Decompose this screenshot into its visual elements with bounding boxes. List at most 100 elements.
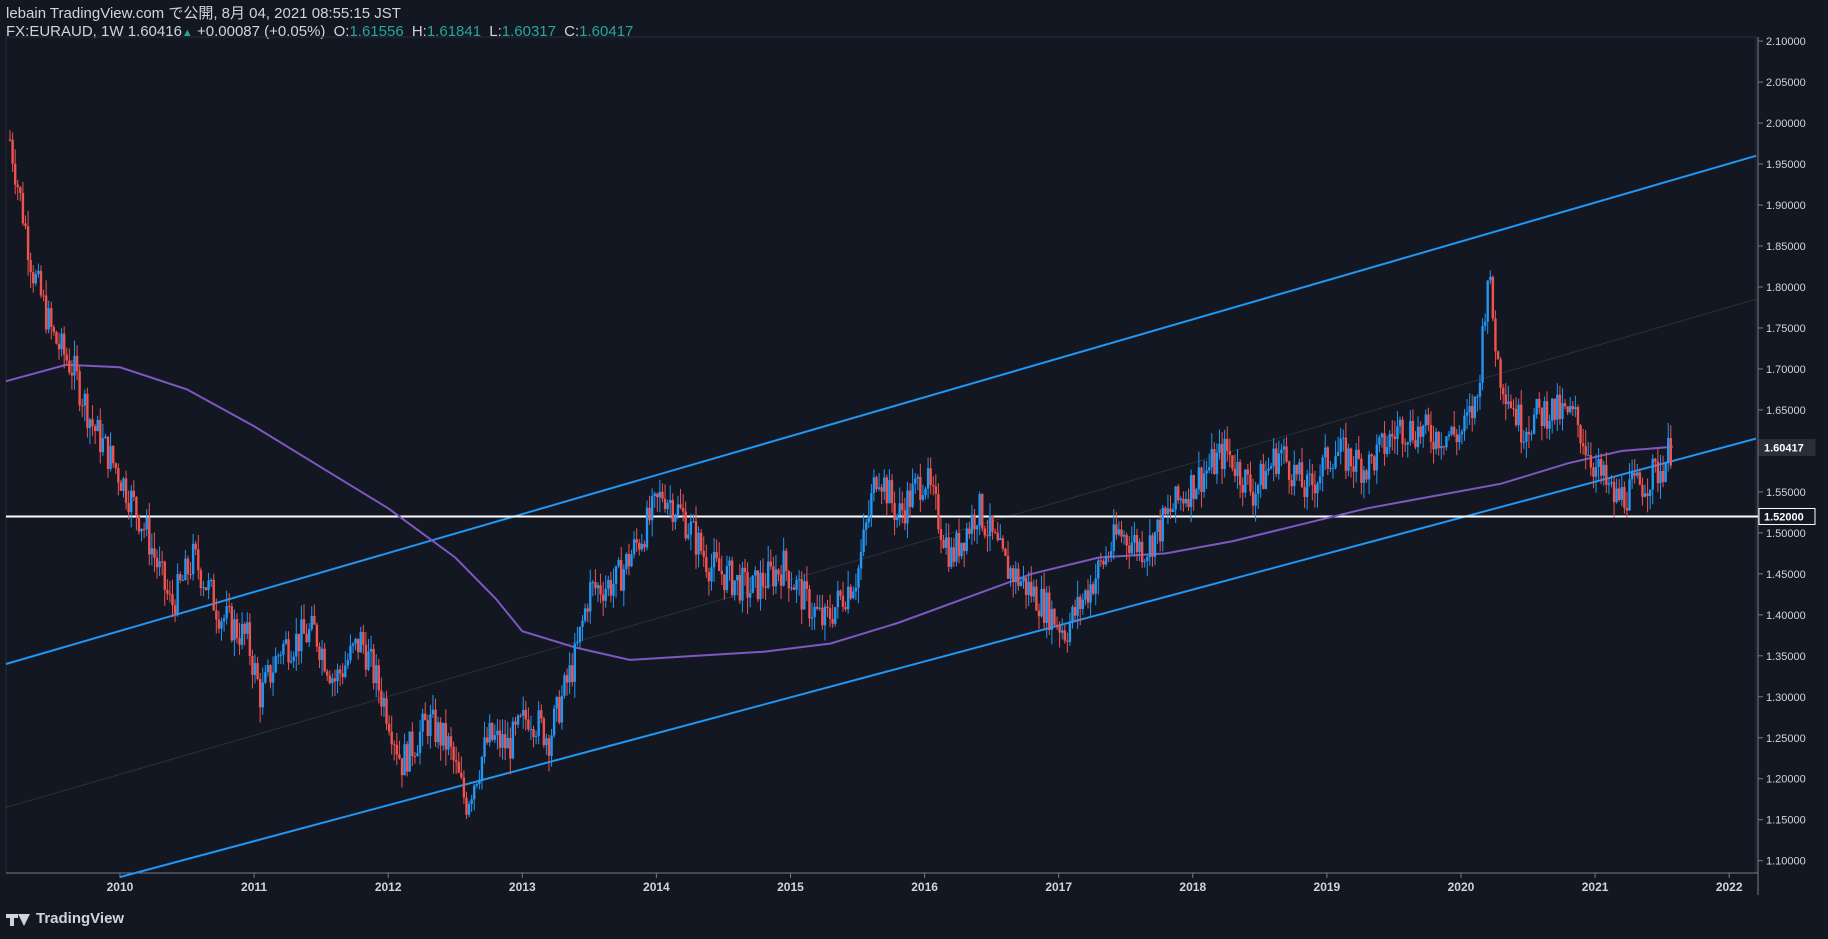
candle-body	[225, 606, 228, 619]
candle-body	[153, 548, 156, 558]
candle-body	[1267, 468, 1270, 471]
candle-body	[1125, 534, 1128, 546]
candle-body	[604, 588, 607, 601]
candle-body	[356, 638, 360, 653]
candle-body	[978, 494, 981, 526]
candle-body	[1550, 398, 1554, 421]
candle-body	[583, 608, 587, 621]
candle-body	[344, 665, 347, 677]
candle-body	[109, 446, 112, 469]
candle-body	[640, 543, 644, 550]
candle-body	[1218, 443, 1221, 453]
candle-body	[671, 500, 674, 522]
candle-body	[1187, 499, 1190, 508]
candle-body	[462, 777, 466, 798]
candle-body	[614, 566, 618, 584]
candle-body	[150, 548, 154, 555]
candle-body	[1097, 560, 1100, 579]
candle-body	[1347, 448, 1350, 471]
price-tick-label: 1.25000	[1766, 733, 1806, 745]
price-tick-label: 1.95000	[1766, 159, 1806, 171]
candle-body	[421, 713, 424, 732]
candle-body	[1393, 436, 1397, 439]
candle-body	[527, 719, 530, 730]
candle-body	[42, 295, 45, 297]
candle-body	[1592, 467, 1595, 477]
candle-body	[470, 799, 473, 804]
candle-body	[37, 270, 40, 275]
candle-body	[1452, 426, 1456, 435]
candle-body	[1571, 406, 1574, 410]
tradingview-logo[interactable]: TradingView	[6, 910, 124, 927]
candle-body	[1409, 420, 1412, 442]
price-chart[interactable]: 2.10000 2.05000 2.00000 1.95000 1.90000 1.850…	[0, 0, 1828, 939]
candle-body	[581, 620, 584, 627]
candle-body	[826, 606, 829, 609]
candle-body	[576, 642, 579, 644]
candle-body	[465, 797, 468, 815]
time-tick-label: 2010	[107, 880, 134, 894]
candle-body	[1238, 462, 1242, 486]
candle-body	[460, 772, 463, 778]
candle-body	[1447, 434, 1451, 437]
candle-body	[39, 270, 43, 296]
candle-body	[1133, 535, 1136, 543]
candle-body	[594, 582, 597, 589]
candle-body	[547, 738, 551, 756]
candle-body	[1081, 599, 1085, 609]
candle-body	[764, 586, 767, 588]
candle-body	[1458, 434, 1461, 443]
candle-body	[1509, 401, 1513, 409]
candle-body	[197, 549, 200, 571]
candle-body	[398, 754, 401, 759]
candle-body	[663, 498, 667, 509]
candle-body	[1354, 449, 1358, 472]
candle-body	[1197, 467, 1201, 490]
candle-body	[932, 484, 935, 487]
candle-body	[186, 558, 190, 575]
candle-body	[950, 547, 953, 567]
candle-body	[970, 514, 974, 534]
candle-body	[351, 643, 355, 646]
candle-body	[1437, 431, 1440, 449]
candle-body	[279, 654, 283, 656]
candle-body	[212, 579, 215, 611]
candle-body	[349, 645, 352, 661]
candle-body	[1403, 443, 1407, 445]
candle-body	[135, 497, 138, 516]
candle-body	[122, 478, 125, 491]
candle-body	[1151, 535, 1154, 557]
candle-body	[1223, 438, 1226, 470]
candle-body	[1654, 458, 1657, 462]
candle-body	[282, 643, 285, 655]
candle-body	[1422, 425, 1425, 437]
candle-body	[142, 528, 146, 530]
candle-body	[759, 572, 762, 600]
candle-body	[653, 493, 656, 497]
candle-body	[127, 502, 130, 513]
candle-body	[823, 606, 827, 626]
candle-body	[1589, 455, 1593, 468]
candle-body	[542, 718, 546, 746]
candle-body	[1128, 545, 1131, 554]
candle-body	[1063, 630, 1066, 641]
candle-body	[1115, 524, 1118, 535]
candle-body	[790, 587, 793, 589]
tradingview-logo-icon	[6, 912, 30, 926]
candle-body	[1089, 584, 1092, 603]
candle-body	[1525, 431, 1528, 442]
candle-body	[483, 737, 486, 757]
candle-body	[632, 539, 636, 555]
candle-body	[1576, 407, 1580, 426]
candle-body	[550, 735, 553, 756]
candle-body	[1287, 461, 1291, 481]
candle-body	[939, 529, 943, 541]
candle-body	[1424, 414, 1428, 426]
candle-body	[1226, 438, 1229, 452]
candle-body	[1050, 608, 1054, 630]
candle-body	[828, 608, 832, 620]
candle-body	[184, 558, 187, 581]
candle-body	[104, 436, 107, 439]
candle-body	[777, 569, 780, 575]
time-tick-label: 2019	[1314, 880, 1341, 894]
